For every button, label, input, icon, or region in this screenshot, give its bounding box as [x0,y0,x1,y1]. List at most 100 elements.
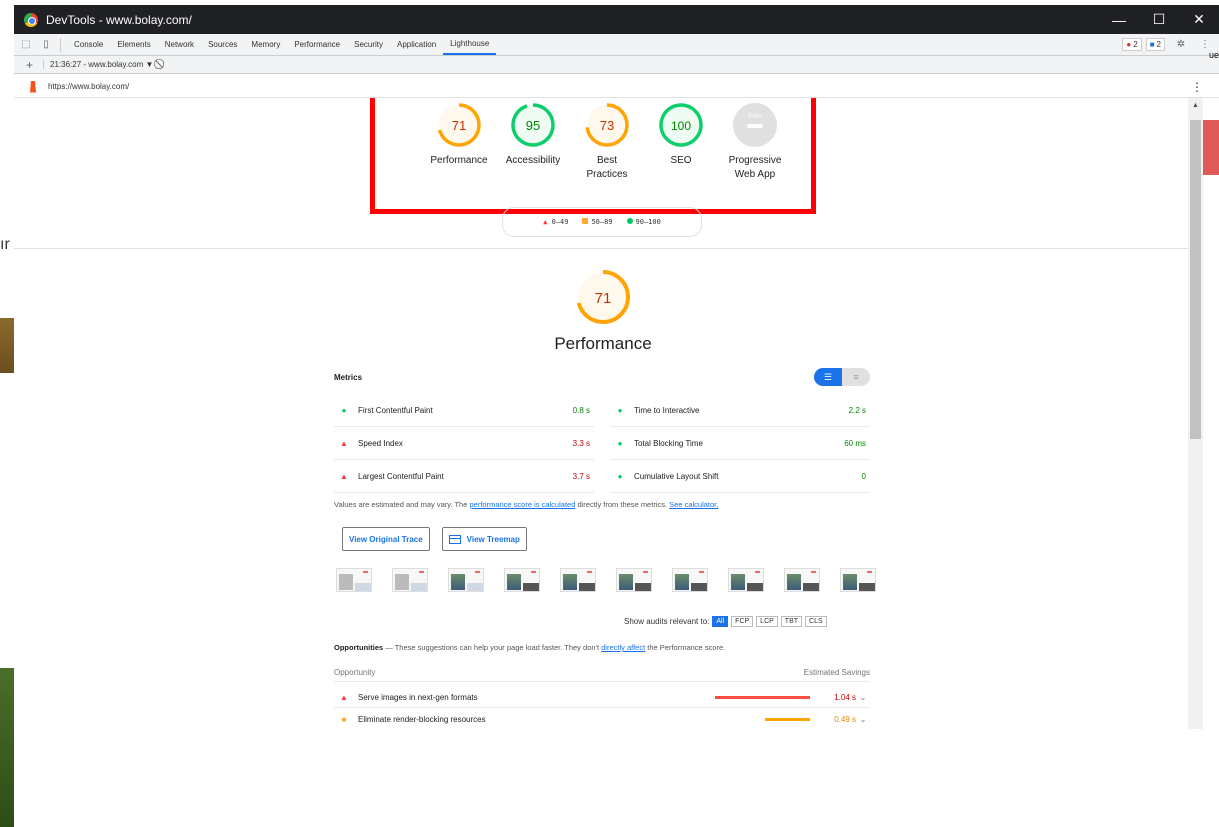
frame-thumbnail [843,574,857,590]
message-count: 2 [1156,40,1161,49]
opportunities-desc: — These suggestions can help your page l… [383,643,602,652]
devtools-status: ● 2 ■ 2 ✲ ⋮ [1122,37,1213,53]
tab-network[interactable]: Network [158,34,201,55]
lighthouse-report: 71 Performance 95 Accessibility 73 Best … [14,98,1188,729]
page-peek-left: ır [0,98,14,827]
metrics-header: Metrics ☰ ≡ [334,366,870,388]
tab-performance[interactable]: Performance [287,34,347,55]
compact-view-icon[interactable]: ☰ [814,368,842,386]
metric-name: First Contentful Paint [358,405,433,415]
filmstrip-frame [784,568,820,592]
chevron-down-icon[interactable]: ⌄ [856,715,870,724]
legend-pass-range: 90–100 [635,218,661,226]
frame-thumbnail [579,583,595,591]
scrollbar-thumb[interactable] [1190,120,1201,439]
frame-thumbnail [451,574,465,590]
metrics-view-toggle[interactable]: ☰ ≡ [814,368,870,386]
view-treemap-button[interactable]: View Treemap [441,527,527,551]
opportunities-intro: Opportunities — These suggestions can he… [334,643,870,652]
metric-fcp: ● First Contentful Paint 0.8 s [334,394,594,427]
tab-elements[interactable]: Elements [110,34,157,55]
gauge-accessibility[interactable]: 95 Accessibility [496,102,570,182]
maximize-button[interactable]: ☐ [1139,5,1179,34]
frame-thumbnail [803,583,819,591]
frame-thumbnail [691,583,707,591]
frame-thumbnail [859,583,875,591]
frame-thumbnail [731,574,745,590]
frame-thumbnail [747,583,763,591]
report-selector[interactable]: 21:36:27 - www.bolay.com ▼ [43,60,153,69]
gauge-seo[interactable]: 100 SEO [644,102,718,182]
fail-triangle-icon: ▲ [340,693,348,702]
filter-tbt-chip[interactable]: TBT [780,616,803,627]
tab-security[interactable]: Security [347,34,390,55]
minimize-button[interactable]: — [1099,5,1139,34]
pass-circle-icon: ● [341,405,347,415]
frame-thumbnail [811,571,816,573]
directly-affect-link[interactable]: directly affect [601,643,645,652]
gauge-label: Performance [430,155,488,166]
filmstrip-frame [560,568,596,592]
opportunity-column: Opportunity [334,668,376,677]
metric-lcp: ▲ Largest Contentful Paint 3.7 s [334,460,594,493]
gauge-pwa[interactable]: PWA Progressive Web App [718,102,792,182]
opportunity-row[interactable]: ▲ Serve images in next-gen formats 1.04 … [334,688,870,708]
peek-text: ue [1209,50,1219,60]
score-legend: ▲ 0–49 50–89 90–100 [502,207,702,237]
window-controls: — ☐ ✕ [1099,5,1219,34]
triangle-icon: ▲ [543,218,548,226]
expanded-view-icon[interactable]: ≡ [842,368,870,386]
filter-cls-chip[interactable]: CLS [805,616,827,627]
tab-application[interactable]: Application [390,34,443,55]
circle-icon [626,218,633,224]
gauge-score: 71 [452,118,466,133]
peek-banner [1203,120,1219,175]
performance-gauge: 71 [437,103,481,147]
frame-thumbnail [395,574,409,590]
tab-memory[interactable]: Memory [244,34,287,55]
frame-thumbnail [411,583,427,591]
report-url[interactable]: https://www.bolay.com/ [48,82,129,91]
report-scrollbar[interactable]: ▲ [1188,98,1203,729]
error-icon: ● [1126,40,1132,49]
legend-average-range: 50–89 [591,218,613,226]
error-badge[interactable]: ● 2 [1122,38,1142,51]
frame-thumbnail [699,571,704,573]
tab-lighthouse[interactable]: Lighthouse [443,34,497,55]
gauge-label: Best Practices [586,155,628,180]
frame-thumbnail [475,571,480,573]
view-original-trace-button[interactable]: View Original Trace [342,527,430,551]
opportunities-title: Opportunities [334,643,384,652]
tab-console[interactable]: Console [67,34,110,55]
see-calculator-link[interactable]: See calculator. [669,500,718,509]
new-report-icon[interactable]: + [26,58,33,72]
filter-all-chip[interactable]: All [712,616,729,627]
settings-gear-icon[interactable]: ✲ [1173,37,1189,53]
gauge-performance[interactable]: 71 Performance [422,102,496,182]
frame-thumbnail [467,583,483,591]
gauge-label: Progressive Web App [728,155,782,180]
filmstrip [336,568,876,592]
frame-thumbnail [867,571,872,573]
tab-sources[interactable]: Sources [201,34,244,55]
metric-value: 60 ms [844,438,866,448]
filter-fcp-chip[interactable]: FCP [731,616,754,627]
scroll-up-arrow-icon[interactable]: ▲ [1192,102,1199,109]
filmstrip-frame [392,568,428,592]
inspect-element-icon[interactable]: ⬚ [18,37,34,53]
opportunity-row[interactable]: ■ Eliminate render-blocking resources 0.… [334,710,870,729]
gauge-score: 95 [526,118,540,133]
message-badge[interactable]: ■ 2 [1145,38,1165,51]
device-toolbar-icon[interactable]: ▯ [38,37,54,53]
metric-value: 0 [861,471,866,481]
report-menu-icon[interactable]: ⋮ [1191,80,1203,94]
treemap-icon [448,534,461,544]
pwa-badge-text: PWA [748,114,761,120]
category-gauges: 71 Performance 95 Accessibility 73 Best … [422,102,792,182]
gauge-best-practices[interactable]: 73 Best Practices [570,102,644,182]
filter-lcp-chip[interactable]: LCP [756,616,778,627]
view-treemap-label: View Treemap [466,534,520,544]
score-calculated-link[interactable]: performance score is calculated [469,500,575,509]
chevron-down-icon[interactable]: ⌄ [856,693,870,702]
audit-filter: Show audits relevant to: All FCP LCP TBT… [624,616,827,627]
